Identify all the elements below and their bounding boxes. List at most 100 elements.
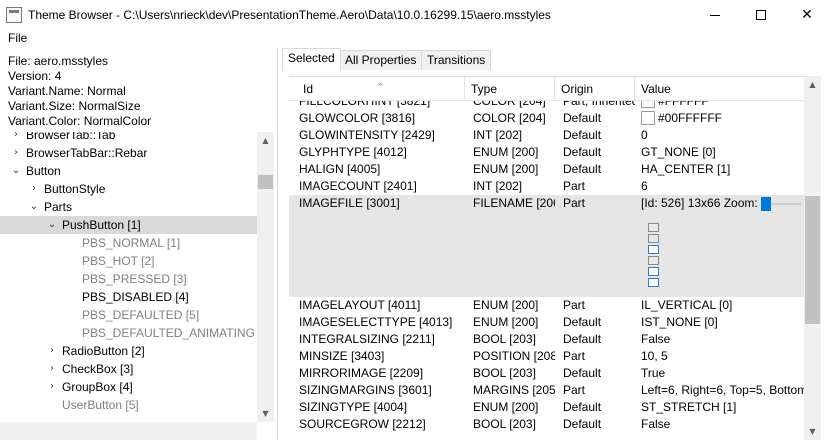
expand-chevron-icon[interactable]: › bbox=[46, 360, 58, 378]
property-type-cell-text: FILENAME [206] bbox=[473, 196, 555, 210]
title-bar: Theme Browser - C:\Users\nrieck\dev\Pres… bbox=[0, 0, 830, 30]
tree-item[interactable]: PBS_DEFAULTED [5] bbox=[0, 306, 257, 324]
zoom-slider-track[interactable] bbox=[769, 203, 801, 205]
property-type-cell: ENUM [200] bbox=[465, 297, 555, 314]
table-row[interactable]: GLOWINTENSITY [2429] INT [202] Default 0 bbox=[289, 127, 804, 144]
property-id-cell: IMAGECOUNT [2401] bbox=[289, 178, 465, 195]
tree-item-label: Parts bbox=[44, 200, 73, 214]
tree-item[interactable]: PBS_HOT [2] bbox=[0, 252, 257, 270]
maximize-button[interactable] bbox=[738, 0, 784, 30]
expand-chevron-icon[interactable]: › bbox=[28, 180, 40, 198]
tree-item[interactable]: PBS_DEFAULTED_ANIMATING [6] bbox=[0, 324, 257, 342]
scroll-up-arrow-icon[interactable]: ▲ bbox=[804, 76, 821, 93]
table-row[interactable]: SIZINGMARGINS [3601] MARGINS [205] Part Lef… bbox=[289, 382, 804, 399]
table-row[interactable]: IMAGELAYOUT [4011] ENUM [200] Part IL_VERTI… bbox=[289, 297, 804, 314]
column-origin-label: Origin bbox=[561, 82, 594, 96]
tree-item-label: Button bbox=[26, 164, 61, 178]
property-origin-cell-text: Default bbox=[563, 162, 602, 176]
property-id-cell-text: SOURCEGROW [2212] bbox=[299, 417, 426, 431]
scroll-down-arrow-icon[interactable]: ▼ bbox=[257, 405, 274, 422]
color-swatch bbox=[641, 111, 655, 125]
file-info: File: aero.msstyles Version: 4 Variant.N… bbox=[8, 54, 151, 129]
property-type-cell-text: COLOR [204] bbox=[473, 111, 546, 125]
column-header-origin[interactable]: Origin bbox=[555, 77, 635, 101]
property-value-cell-text: 6 bbox=[641, 179, 648, 193]
table-row[interactable]: GLOWCOLOR [3816] COLOR [204] Default #00FFF… bbox=[289, 110, 804, 127]
tree-item[interactable]: PBS_NORMAL [1] bbox=[0, 234, 257, 252]
property-id-cell-text: GLOWCOLOR [3816] bbox=[299, 111, 416, 125]
tree-vertical-scrollbar[interactable]: ▲ ▼ bbox=[257, 132, 274, 422]
tree-item[interactable]: › BrowserTab::Tab bbox=[0, 132, 257, 144]
collapse-chevron-icon[interactable]: ⌄ bbox=[10, 162, 22, 180]
property-type-cell-text: BOOL [203] bbox=[473, 332, 536, 346]
property-type-cell-text: INT [202] bbox=[473, 128, 523, 142]
expand-chevron-icon[interactable]: › bbox=[46, 378, 58, 396]
collapse-chevron-icon[interactable]: ⌄ bbox=[46, 216, 58, 234]
tab-selected[interactable]: Selected bbox=[282, 48, 341, 71]
tree-item[interactable]: UserButton [5] bbox=[0, 396, 257, 414]
property-type-cell: ENUM [200] bbox=[465, 161, 555, 178]
grid-scroll-thumb[interactable] bbox=[805, 196, 820, 324]
property-id-cell: IMAGELAYOUT [4011] bbox=[289, 297, 465, 314]
tree-scroll-thumb[interactable] bbox=[258, 175, 273, 189]
table-row[interactable]: HALIGN [4005] ENUM [200] Default HA_CENTER … bbox=[289, 161, 804, 178]
property-origin-cell-text: Default bbox=[563, 400, 602, 414]
property-origin-cell: Part bbox=[555, 382, 635, 399]
expand-chevron-icon[interactable]: › bbox=[10, 132, 22, 144]
tree-item[interactable]: ⌄ Button bbox=[0, 162, 257, 180]
info-file: File: aero.msstyles bbox=[8, 54, 109, 68]
column-header-type[interactable]: Type bbox=[465, 77, 555, 101]
table-row[interactable]: MINSIZE [3403] POSITION [208] Part 10, 5 bbox=[289, 348, 804, 365]
table-row[interactable]: SOURCEGROW [2212] BOOL [203] Default False bbox=[289, 416, 804, 433]
column-header-id[interactable]: Id ^ bbox=[289, 77, 465, 101]
button-image-preview bbox=[648, 267, 659, 276]
property-origin-cell-text: Default bbox=[563, 315, 602, 329]
table-row[interactable]: IMAGESELECTTYPE [4013] ENUM [200] Default I… bbox=[289, 314, 804, 331]
button-image-preview bbox=[648, 245, 659, 254]
minimize-button[interactable] bbox=[692, 0, 738, 30]
tree-item-label: UserButton [5] bbox=[62, 398, 139, 412]
tree-item[interactable]: ⌄ PushButton [1] bbox=[0, 216, 257, 234]
tree-horizontal-scrollbar[interactable] bbox=[0, 422, 257, 440]
property-id-cell-text: HALIGN [4005] bbox=[299, 162, 381, 176]
property-origin-cell: Default bbox=[555, 110, 635, 127]
tree-item-label: CheckBox [3] bbox=[62, 362, 134, 376]
tab-all-properties[interactable]: All Properties bbox=[339, 50, 423, 70]
property-value-cell: False bbox=[635, 331, 804, 348]
tree-item[interactable]: PBS_DISABLED [4] bbox=[0, 288, 257, 306]
scroll-down-arrow-icon[interactable]: ▼ bbox=[804, 423, 821, 440]
menu-file[interactable]: File bbox=[8, 31, 27, 45]
property-id-cell-text: MINSIZE [3403] bbox=[299, 349, 385, 363]
table-row[interactable]: GLYPHTYPE [4012] ENUM [200] Default GT_NONE… bbox=[289, 144, 804, 161]
property-origin-cell: Part bbox=[555, 178, 635, 195]
tab-transitions[interactable]: Transitions bbox=[421, 50, 492, 70]
tree-item[interactable]: › GroupBox [4] bbox=[0, 378, 257, 396]
tree-item[interactable]: ⌄ Parts bbox=[0, 198, 257, 216]
table-row[interactable]: SIZINGTYPE [4004] ENUM [200] Default ST_STR… bbox=[289, 399, 804, 416]
tree-item[interactable]: › ButtonStyle bbox=[0, 180, 257, 198]
column-header-value[interactable]: Value bbox=[635, 77, 804, 101]
close-button[interactable]: ✕ bbox=[784, 0, 830, 30]
info-variant-color: Variant.Color: NormalColor bbox=[8, 114, 152, 128]
class-tree[interactable]: › BrowserTab::Tab › BrowserTabBar::Rebar ⌄ Bu… bbox=[0, 132, 257, 422]
zoom-slider-thumb[interactable] bbox=[761, 197, 771, 211]
property-type-cell: BOOL [203] bbox=[465, 365, 555, 382]
table-row[interactable]: IMAGECOUNT [2401] INT [202] Part 6 bbox=[289, 178, 804, 195]
property-value-cell-text: True bbox=[641, 366, 666, 380]
property-type-cell: BOOL [203] bbox=[465, 331, 555, 348]
grid-vertical-scrollbar[interactable]: ▲ ▼ bbox=[804, 76, 821, 440]
tree-item[interactable]: › CheckBox [3] bbox=[0, 360, 257, 378]
property-id-cell: HALIGN [4005] bbox=[289, 161, 465, 178]
expand-chevron-icon[interactable]: › bbox=[10, 144, 22, 162]
table-row[interactable]: MIRRORIMAGE [2209] BOOL [203] Default True bbox=[289, 365, 804, 382]
table-row[interactable]: INTEGRALSIZING [2211] BOOL [203] Default Fa… bbox=[289, 331, 804, 348]
property-value-cell: 10, 5 bbox=[635, 348, 804, 365]
table-row[interactable]: IMAGEFILE [3001] FILENAME [206] Part [Id: 5… bbox=[289, 195, 804, 297]
tree-item[interactable]: PBS_PRESSED [3] bbox=[0, 270, 257, 288]
property-origin-cell: Default bbox=[555, 399, 635, 416]
collapse-chevron-icon[interactable]: ⌄ bbox=[28, 198, 40, 216]
tree-item[interactable]: › BrowserTabBar::Rebar bbox=[0, 144, 257, 162]
expand-chevron-icon[interactable]: › bbox=[46, 342, 58, 360]
scroll-up-arrow-icon[interactable]: ▲ bbox=[257, 132, 274, 149]
tree-item[interactable]: › RadioButton [2] bbox=[0, 342, 257, 360]
